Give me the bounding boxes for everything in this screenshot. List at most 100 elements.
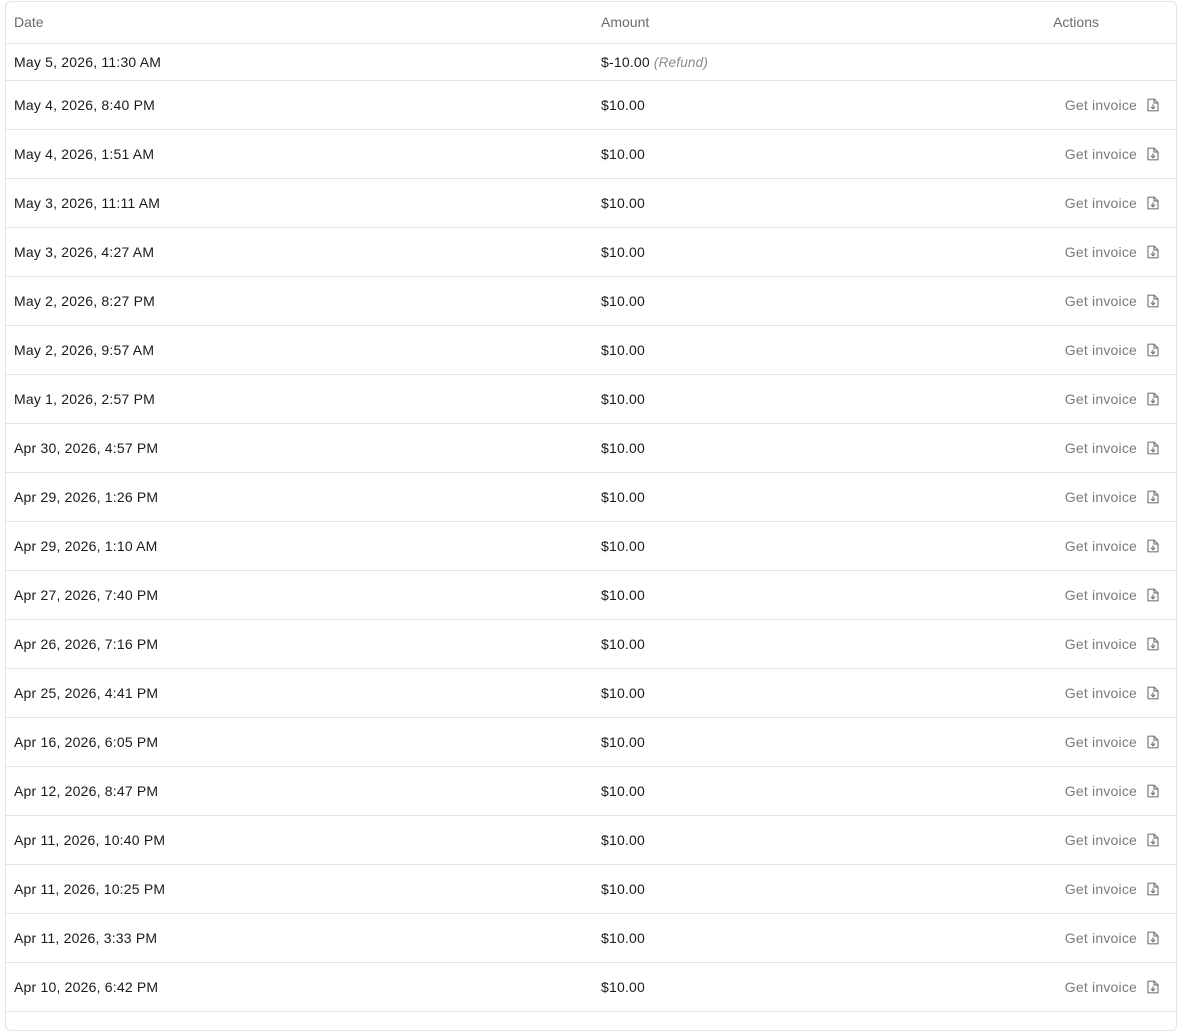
get-invoice-button[interactable]: Get invoice bbox=[1065, 636, 1159, 652]
file-invoice-icon bbox=[1147, 490, 1159, 504]
file-invoice-icon bbox=[1147, 147, 1159, 161]
row-date: Apr 25, 2026, 4:41 PM bbox=[14, 685, 159, 701]
table-body: May 5, 2026, 11:30 AM $-10.00 (Refund) May … bbox=[6, 44, 1176, 1012]
row-date: Apr 11, 2026, 3:33 PM bbox=[14, 930, 158, 946]
get-invoice-label: Get invoice bbox=[1064, 489, 1137, 505]
table-header: Date Amount Actions bbox=[6, 2, 1176, 44]
row-amount-value: $10.00 bbox=[601, 244, 646, 260]
row-amount: $10.00 bbox=[601, 783, 645, 799]
get-invoice-label: Get invoice bbox=[1064, 930, 1137, 946]
get-invoice-button[interactable]: Get invoice bbox=[1065, 342, 1159, 358]
row-amount: $10.00 bbox=[601, 587, 645, 603]
row-date: May 2, 2026, 8:27 PM bbox=[14, 293, 155, 309]
file-invoice-icon bbox=[1147, 539, 1159, 553]
row-date: Apr 12, 2026, 8:47 PM bbox=[14, 783, 159, 799]
row-date: May 5, 2026, 11:30 AM bbox=[14, 54, 162, 70]
row-amount-value: $10.00 bbox=[601, 685, 646, 701]
get-invoice-label: Get invoice bbox=[1064, 636, 1137, 652]
get-invoice-button[interactable]: Get invoice bbox=[1065, 538, 1159, 554]
get-invoice-button[interactable]: Get invoice bbox=[1065, 832, 1159, 848]
get-invoice-button[interactable]: Get invoice bbox=[1065, 293, 1159, 309]
get-invoice-button[interactable]: Get invoice bbox=[1065, 244, 1159, 260]
file-invoice-icon bbox=[1147, 245, 1159, 259]
get-invoice-button[interactable]: Get invoice bbox=[1065, 930, 1159, 946]
file-invoice-icon bbox=[1147, 196, 1159, 210]
get-invoice-label: Get invoice bbox=[1064, 881, 1137, 897]
row-date: May 1, 2026, 2:57 PM bbox=[14, 391, 155, 407]
get-invoice-label: Get invoice bbox=[1064, 783, 1137, 799]
row-amount-value: $10.00 bbox=[601, 587, 646, 603]
file-invoice-icon bbox=[1147, 441, 1159, 455]
header-amount[interactable]: Amount bbox=[601, 14, 649, 30]
row-amount: $-10.00 (Refund) bbox=[601, 54, 708, 70]
row-amount: $10.00 bbox=[601, 146, 645, 162]
table-row: Apr 16, 2026, 6:05 PM $10.00 Get invoice bbox=[6, 718, 1176, 767]
get-invoice-label: Get invoice bbox=[1064, 734, 1137, 750]
table-row: Apr 10, 2026, 6:42 PM $10.00 Get invoice bbox=[6, 963, 1176, 1012]
row-amount-value: $10.00 bbox=[601, 293, 646, 309]
table-row: May 5, 2026, 11:30 AM $-10.00 (Refund) bbox=[6, 44, 1176, 81]
get-invoice-label: Get invoice bbox=[1064, 97, 1137, 113]
get-invoice-button[interactable]: Get invoice bbox=[1065, 440, 1159, 456]
row-amount: $10.00 bbox=[601, 685, 645, 701]
row-amount: $10.00 bbox=[601, 930, 645, 946]
table-row: May 2, 2026, 9:57 AM $10.00 Get invoice bbox=[6, 326, 1176, 375]
get-invoice-label: Get invoice bbox=[1064, 979, 1137, 995]
table-row: May 4, 2026, 1:51 AM $10.00 Get invoice bbox=[6, 130, 1176, 179]
get-invoice-button[interactable]: Get invoice bbox=[1065, 685, 1159, 701]
row-amount-value: $10.00 bbox=[601, 195, 646, 211]
row-date: Apr 26, 2026, 7:16 PM bbox=[14, 636, 159, 652]
table-row: Apr 27, 2026, 7:40 PM $10.00 Get invoice bbox=[6, 571, 1176, 620]
row-date: Apr 16, 2026, 6:05 PM bbox=[14, 734, 159, 750]
header-date[interactable]: Date bbox=[14, 14, 44, 30]
row-amount: $10.00 bbox=[601, 293, 645, 309]
row-date: Apr 29, 2026, 1:26 PM bbox=[14, 489, 159, 505]
row-amount-value: $10.00 bbox=[601, 783, 646, 799]
file-invoice-icon bbox=[1147, 931, 1159, 945]
get-invoice-button[interactable]: Get invoice bbox=[1065, 587, 1159, 603]
get-invoice-button[interactable]: Get invoice bbox=[1065, 979, 1159, 995]
row-amount: $10.00 bbox=[601, 734, 645, 750]
file-invoice-icon bbox=[1147, 294, 1159, 308]
table-row: May 3, 2026, 11:11 AM $10.00 Get invoice bbox=[6, 179, 1176, 228]
row-date: May 3, 2026, 4:27 AM bbox=[14, 244, 155, 260]
get-invoice-button[interactable]: Get invoice bbox=[1065, 391, 1159, 407]
get-invoice-button[interactable]: Get invoice bbox=[1065, 195, 1159, 211]
get-invoice-label: Get invoice bbox=[1064, 832, 1137, 848]
table-row: Apr 26, 2026, 7:16 PM $10.00 Get invoice bbox=[6, 620, 1176, 669]
file-invoice-icon bbox=[1147, 735, 1159, 749]
get-invoice-button[interactable]: Get invoice bbox=[1065, 146, 1159, 162]
table-row: Apr 30, 2026, 4:57 PM $10.00 Get invoice bbox=[6, 424, 1176, 473]
get-invoice-button[interactable]: Get invoice bbox=[1065, 783, 1159, 799]
row-date: May 2, 2026, 9:57 AM bbox=[14, 342, 155, 358]
row-amount-value: $10.00 bbox=[601, 440, 646, 456]
file-invoice-icon bbox=[1147, 833, 1159, 847]
row-amount: $10.00 bbox=[601, 832, 645, 848]
table-row: Apr 29, 2026, 1:10 AM $10.00 Get invoice bbox=[6, 522, 1176, 571]
row-amount: $10.00 bbox=[601, 440, 645, 456]
row-amount: $10.00 bbox=[601, 881, 645, 897]
file-invoice-icon bbox=[1147, 784, 1159, 798]
get-invoice-button[interactable]: Get invoice bbox=[1065, 97, 1159, 113]
get-invoice-label: Get invoice bbox=[1064, 293, 1137, 309]
row-amount-value: $10.00 bbox=[601, 979, 646, 995]
row-amount-value: $10.00 bbox=[601, 930, 646, 946]
get-invoice-button[interactable]: Get invoice bbox=[1065, 734, 1159, 750]
row-amount-value: $10.00 bbox=[601, 538, 646, 554]
get-invoice-button[interactable]: Get invoice bbox=[1065, 489, 1159, 505]
table-row: Apr 29, 2026, 1:26 PM $10.00 Get invoice bbox=[6, 473, 1176, 522]
get-invoice-label: Get invoice bbox=[1064, 146, 1137, 162]
get-invoice-button[interactable]: Get invoice bbox=[1065, 881, 1159, 897]
row-amount-value: $10.00 bbox=[601, 734, 646, 750]
row-amount: $10.00 bbox=[601, 342, 645, 358]
row-amount: $10.00 bbox=[601, 538, 645, 554]
row-amount-value: $10.00 bbox=[601, 881, 646, 897]
get-invoice-label: Get invoice bbox=[1064, 195, 1137, 211]
row-amount-value: $10.00 bbox=[601, 146, 646, 162]
file-invoice-icon bbox=[1147, 392, 1159, 406]
table-row: Apr 11, 2026, 3:33 PM $10.00 Get invoice bbox=[6, 914, 1176, 963]
get-invoice-label: Get invoice bbox=[1064, 685, 1137, 701]
table-row: Apr 11, 2026, 10:25 PM $10.00 Get invoice bbox=[6, 865, 1176, 914]
row-amount: $10.00 bbox=[601, 391, 645, 407]
row-amount-value: $10.00 bbox=[601, 489, 646, 505]
